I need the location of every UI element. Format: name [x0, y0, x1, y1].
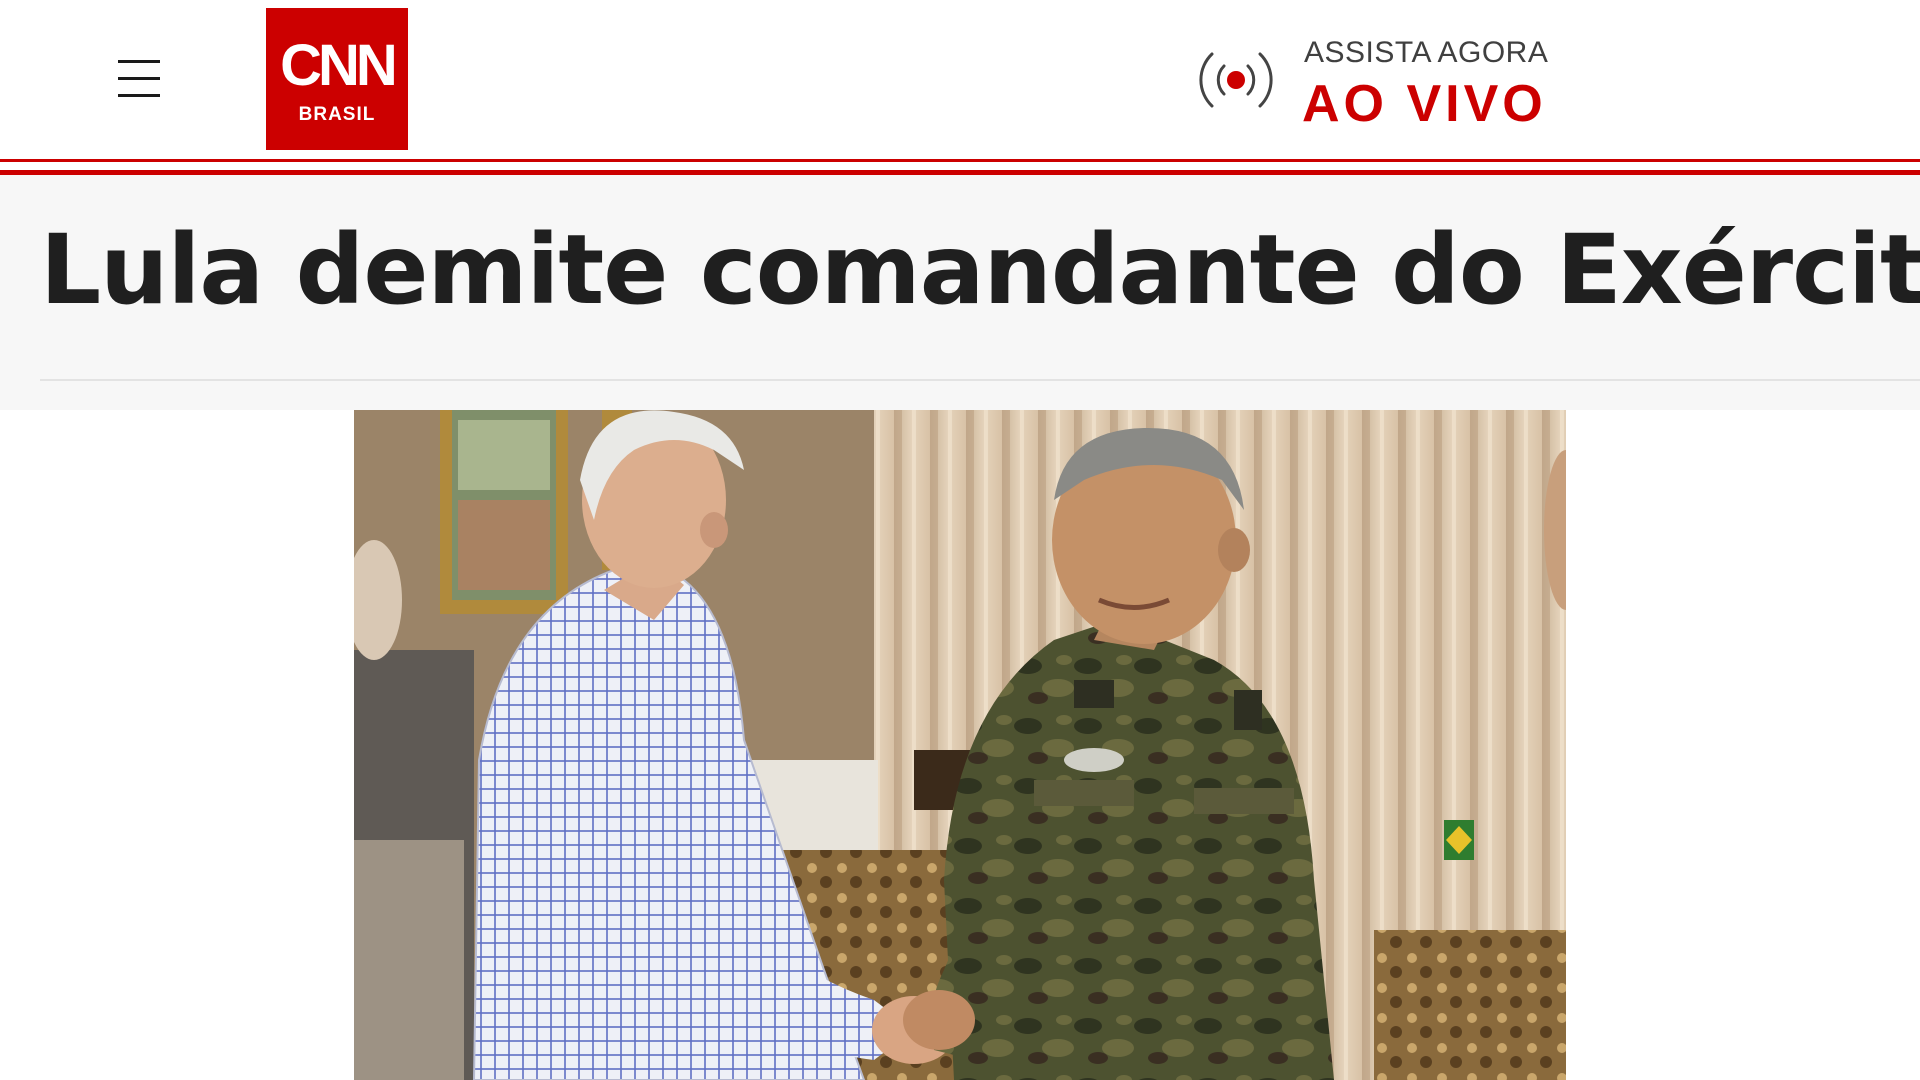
logo-subtitle: BRASIL: [298, 104, 376, 125]
live-broadcast-icon: [1199, 52, 1273, 108]
headline-divider: [40, 379, 1920, 381]
hamburger-menu-button[interactable]: [106, 48, 172, 108]
cnn-brasil-logo[interactable]: CNN BRASIL: [266, 8, 408, 150]
hamburger-menu-icon: [118, 60, 160, 63]
live-label-text: AO VIVO: [1302, 75, 1547, 133]
article-lead-image: [354, 410, 1566, 1080]
live-kicker-text: ASSISTA AGORA: [1304, 36, 1549, 69]
lead-image-illustration: [354, 410, 1566, 1080]
hamburger-menu-icon-bar: [118, 94, 160, 97]
hamburger-menu-icon-bar: [118, 77, 160, 80]
header-divider-thin: [0, 159, 1920, 162]
article-headline: Lula demite comandante do Exército: [40, 214, 1920, 326]
headline-section: Lula demite comandante do Exército: [0, 175, 1920, 410]
watch-live-link[interactable]: ASSISTA AGORA AO VIVO: [1180, 28, 1550, 138]
site-header: CNN BRASIL ASSISTA AGORA AO VIVO: [0, 0, 1920, 158]
logo-wordmark: CNN: [280, 33, 398, 98]
